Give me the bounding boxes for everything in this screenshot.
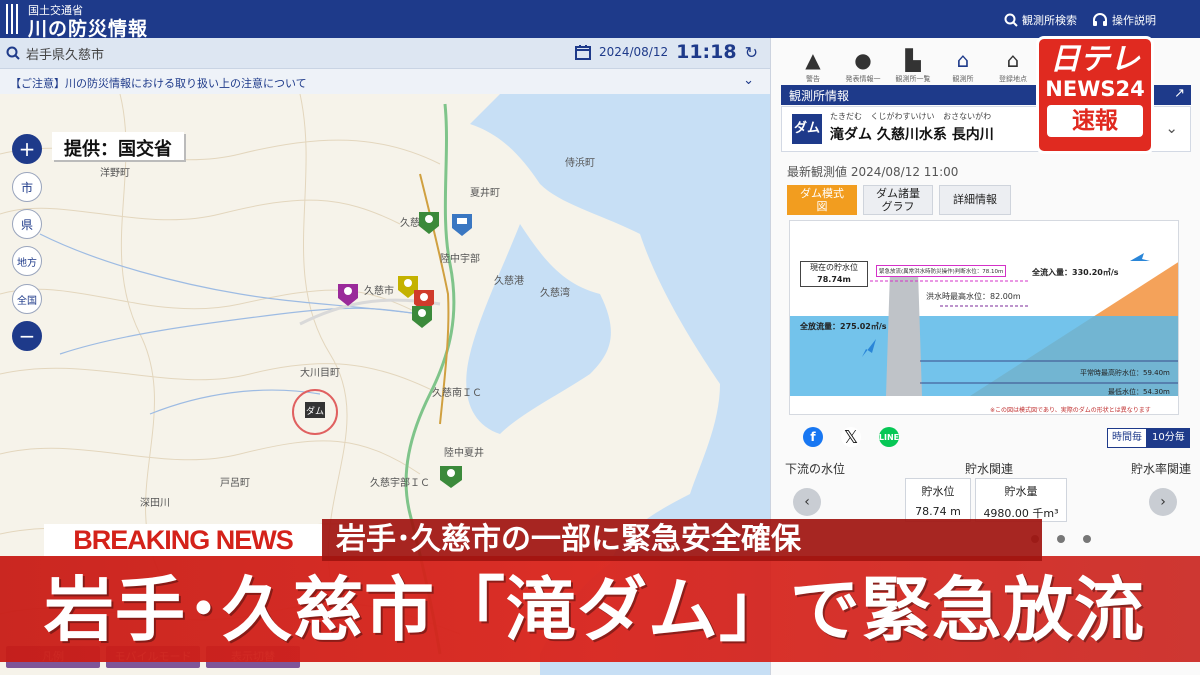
flash-label: 速報 — [1047, 105, 1143, 137]
downstream-level-link[interactable]: 下流の水位 — [785, 460, 845, 477]
news-channel-badge: 日テレ NEWS24 速報 — [1036, 36, 1154, 154]
svg-text:ダム: ダム — [306, 405, 324, 417]
calendar-icon[interactable] — [574, 44, 591, 60]
station-search-link[interactable]: 観測所検索 — [1004, 12, 1077, 28]
search-input[interactable]: 岩手県久慈市 — [6, 42, 526, 64]
search-value: 岩手県久慈市 — [26, 47, 105, 63]
dam-wall — [886, 271, 922, 396]
storage-level-card: 貯水位 78.74 m — [905, 478, 971, 522]
app-header: 国土交通省 川の防災情報 観測所検索 操作説明 — [0, 0, 1200, 41]
inflow-arrow-icon — [1130, 253, 1150, 261]
help-label: 操作説明 — [1112, 14, 1156, 27]
map-place-label: 久慈湾 — [540, 288, 570, 299]
scale-region-button[interactable]: 地方 — [12, 246, 42, 276]
scale-city-button[interactable]: 市 — [12, 172, 42, 202]
normal-max-label: 平常時最高貯水位：59.40m — [1080, 369, 1170, 377]
interval-10min-button[interactable]: 10分毎 — [1147, 428, 1190, 448]
map-place-label: 陸中夏井 — [444, 448, 484, 459]
storage-level-label: 貯水位 — [921, 485, 955, 498]
date-text: 2024/08/12 — [598, 45, 669, 59]
current-level-box: 現在の貯水位 78.74m — [800, 261, 868, 287]
map-place-label: 戸呂町 — [220, 478, 250, 489]
headset-icon — [1093, 13, 1107, 26]
map-place-label: 夏井町 — [470, 188, 500, 199]
storage-link[interactable]: 貯水関連 — [965, 460, 1013, 477]
storage-volume-card: 貯水量 4980.00 千m³ — [975, 478, 1067, 522]
outflow-label: 全放流量：275.02㎥/s — [800, 322, 887, 331]
facebook-icon[interactable]: f — [803, 427, 823, 447]
map-place-label: 久慈港 — [494, 276, 524, 287]
storage-rate-link[interactable]: 貯水率関連 — [1131, 460, 1191, 477]
emergency-level-label: 緊急放流(異常洪水時防災操作)判断水位：78.10m — [876, 265, 1007, 277]
notice-text: 【ご注意】川の防災情報における取り扱い上の注意について — [10, 77, 307, 90]
map-place-label: 洋野町 — [100, 168, 130, 179]
scale-prefecture-button[interactable]: 県 — [12, 209, 42, 239]
latest-observation: 最新観測値 2024/08/12 11:00 — [787, 165, 959, 179]
channel-logo: 日テレ — [1050, 42, 1140, 77]
news-subline: 岩手･久慈市の一部に緊急安全確保 — [322, 519, 1042, 561]
carousel-dot[interactable] — [1057, 535, 1065, 543]
nav-label: 観測所一覧 — [895, 75, 931, 83]
map-place-label: 久慈宇部ＩＣ — [370, 478, 430, 489]
min-level-label: 最低水位：54.30m — [1108, 388, 1170, 396]
carousel-prev-button[interactable]: ‹ — [793, 488, 821, 516]
chevron-down-icon[interactable]: ⌄ — [743, 73, 754, 88]
inflow-label: 全流入量：330.20㎥/s — [1032, 268, 1119, 277]
dam-diagram: 現在の貯水位 78.74m 緊急放流(異常洪水時防災操作)判断水位：78.10m… — [789, 220, 1179, 415]
map-place-label: 侍浜町 — [565, 158, 595, 169]
current-level-label: 現在の貯水位 — [810, 263, 858, 272]
carousel-next-button[interactable]: › — [1149, 488, 1177, 516]
dam-diagram-svg — [790, 253, 1178, 396]
map-place-label: 深田川 — [140, 498, 170, 509]
news-headline: 岩手･久慈市「滝ダム」で緊急放流 — [44, 569, 1145, 651]
diagram-note: ※この図は模式図であり、実際のダムの形状とは異なります — [990, 407, 1151, 414]
notice-banner[interactable]: 【ご注意】川の防災情報における取り扱い上の注意について ⌄ — [0, 68, 770, 94]
station-name: 滝ダム 久慈川水系 長内川 — [830, 127, 994, 143]
search-icon — [1004, 13, 1018, 27]
station-search-label: 観測所検索 — [1022, 14, 1077, 27]
search-icon — [6, 46, 20, 60]
share-buttons: f 𝕏 LINE — [803, 427, 899, 448]
zoom-out-button[interactable]: − — [12, 321, 42, 351]
nav-label: 観測所 — [952, 75, 974, 83]
interval-toggle: 時間毎 10分毎 — [1107, 428, 1190, 448]
line-icon[interactable]: LINE — [879, 427, 899, 447]
x-icon[interactable]: 𝕏 — [841, 427, 861, 448]
tab-details[interactable]: 詳細情報 — [939, 185, 1011, 215]
scale-nation-button[interactable]: 全国 — [12, 284, 42, 314]
current-level-value: 78.74m — [817, 275, 851, 284]
view-tabs: ダム模式図 ダム諸量 グラフ 詳細情報 — [787, 185, 1011, 215]
nav-label: 登録地点 — [999, 75, 1027, 83]
map-place-label: 久慈市 — [364, 286, 394, 297]
refresh-icon[interactable]: ↻ — [745, 43, 758, 62]
dam-icon: ダム — [792, 114, 822, 144]
map-place-label: 大川目町 — [300, 368, 340, 379]
datetime: 2024/08/12 11:18 ↻ — [574, 41, 758, 63]
search-row: 岩手県久慈市 2024/08/12 11:18 ↻ — [0, 38, 770, 68]
interval-hourly-button[interactable]: 時間毎 — [1107, 428, 1147, 448]
tab-dam-graph[interactable]: ダム諸量 グラフ — [863, 185, 933, 215]
map-place-label: 久慈南ＩＣ — [432, 388, 482, 399]
storage-level-value: 78.74 m — [915, 505, 961, 518]
app-title[interactable]: 川の防災情報 — [28, 14, 148, 41]
carousel-dot[interactable] — [1083, 535, 1091, 543]
map-place-label: 陸中宇部 — [440, 254, 480, 265]
brand-label: NEWS24 — [1045, 77, 1145, 101]
chevron-down-icon[interactable]: ⌄ — [1165, 119, 1178, 137]
breaking-news-label: BREAKING NEWS — [44, 524, 322, 556]
flood-max-label: 洪水時最高水位：82.00m — [926, 292, 1021, 301]
map-place-label: 久慈 — [400, 218, 420, 229]
time-text: 11:18 — [676, 41, 737, 63]
provider-caption: 提供：国交省 — [52, 132, 184, 160]
help-link[interactable]: 操作説明 — [1092, 12, 1156, 28]
logo-stripes-icon — [6, 4, 20, 34]
station-ruby: たきだむ くじがわすいけい おさないがわ — [830, 112, 992, 121]
zoom-in-button[interactable]: + — [12, 134, 42, 164]
tab-dam-diagram[interactable]: ダム模式図 — [787, 185, 857, 215]
nav-label: 警告 — [806, 75, 820, 83]
section-title-text: 観測所情報 — [789, 89, 850, 103]
external-link-icon[interactable]: ↗ — [1174, 86, 1185, 101]
storage-volume-label: 貯水量 — [1004, 485, 1038, 498]
